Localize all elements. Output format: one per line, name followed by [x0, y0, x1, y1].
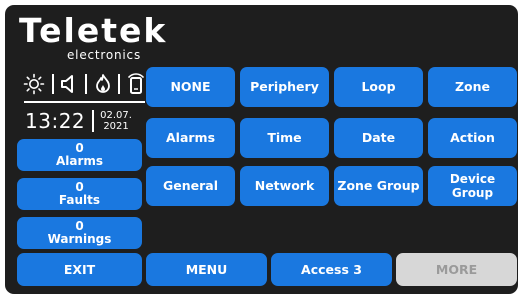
filter-general-button[interactable]: General [146, 166, 235, 206]
filter-action-button[interactable]: Action [428, 118, 517, 158]
filter-zone-button[interactable]: Zone [428, 67, 517, 107]
filter-network-button[interactable]: Network [240, 166, 329, 206]
exit-button[interactable]: EXIT [17, 253, 142, 286]
icon-separator [51, 74, 54, 94]
panel-screen: Teletek electronics 13:22 02.07. 2021 0 … [5, 5, 518, 294]
fire-icon [94, 73, 112, 95]
filter-alarms-button[interactable]: Alarms [146, 118, 235, 158]
clock-time: 13:22 [25, 109, 86, 133]
filter-zone-group-button[interactable]: Zone Group [334, 166, 423, 206]
status-icon-row [23, 72, 145, 96]
more-button[interactable]: MORE [396, 253, 517, 286]
access-level-button[interactable]: Access 3 [271, 253, 392, 286]
warnings-label: Warnings [47, 232, 112, 246]
filter-device-group-button[interactable]: Device Group [428, 166, 517, 206]
menu-button[interactable]: MENU [146, 253, 267, 286]
filter-none-button[interactable]: NONE [146, 67, 235, 107]
faults-label: Faults [58, 193, 101, 207]
divider [24, 101, 145, 103]
filter-time-button[interactable]: Time [240, 118, 329, 158]
clock-date-year: 2021 [103, 121, 129, 132]
logo-name: Teletek [19, 11, 168, 50]
teletek-logo: Teletek electronics [19, 11, 165, 63]
icon-separator [118, 74, 121, 94]
speaker-icon [60, 73, 78, 95]
warnings-counter-button[interactable]: 0 Warnings [17, 217, 142, 249]
logo-subtitle: electronics [67, 48, 142, 62]
clock-separator [92, 110, 95, 132]
clock-date-day-month: 02.07. [100, 110, 132, 121]
filter-loop-button[interactable]: Loop [334, 67, 423, 107]
icon-separator [84, 74, 87, 94]
alarms-label: Alarms [55, 154, 104, 168]
filter-periphery-button[interactable]: Periphery [240, 67, 329, 107]
faults-counter-button[interactable]: 0 Faults [17, 178, 142, 210]
mobile-device-icon [127, 73, 145, 95]
filter-date-button[interactable]: Date [334, 118, 423, 158]
clock-date: 02.07. 2021 [100, 110, 132, 132]
clock: 13:22 02.07. 2021 [25, 108, 145, 134]
alarms-counter-button[interactable]: 0 Alarms [17, 139, 142, 171]
sun-icon [23, 73, 45, 95]
